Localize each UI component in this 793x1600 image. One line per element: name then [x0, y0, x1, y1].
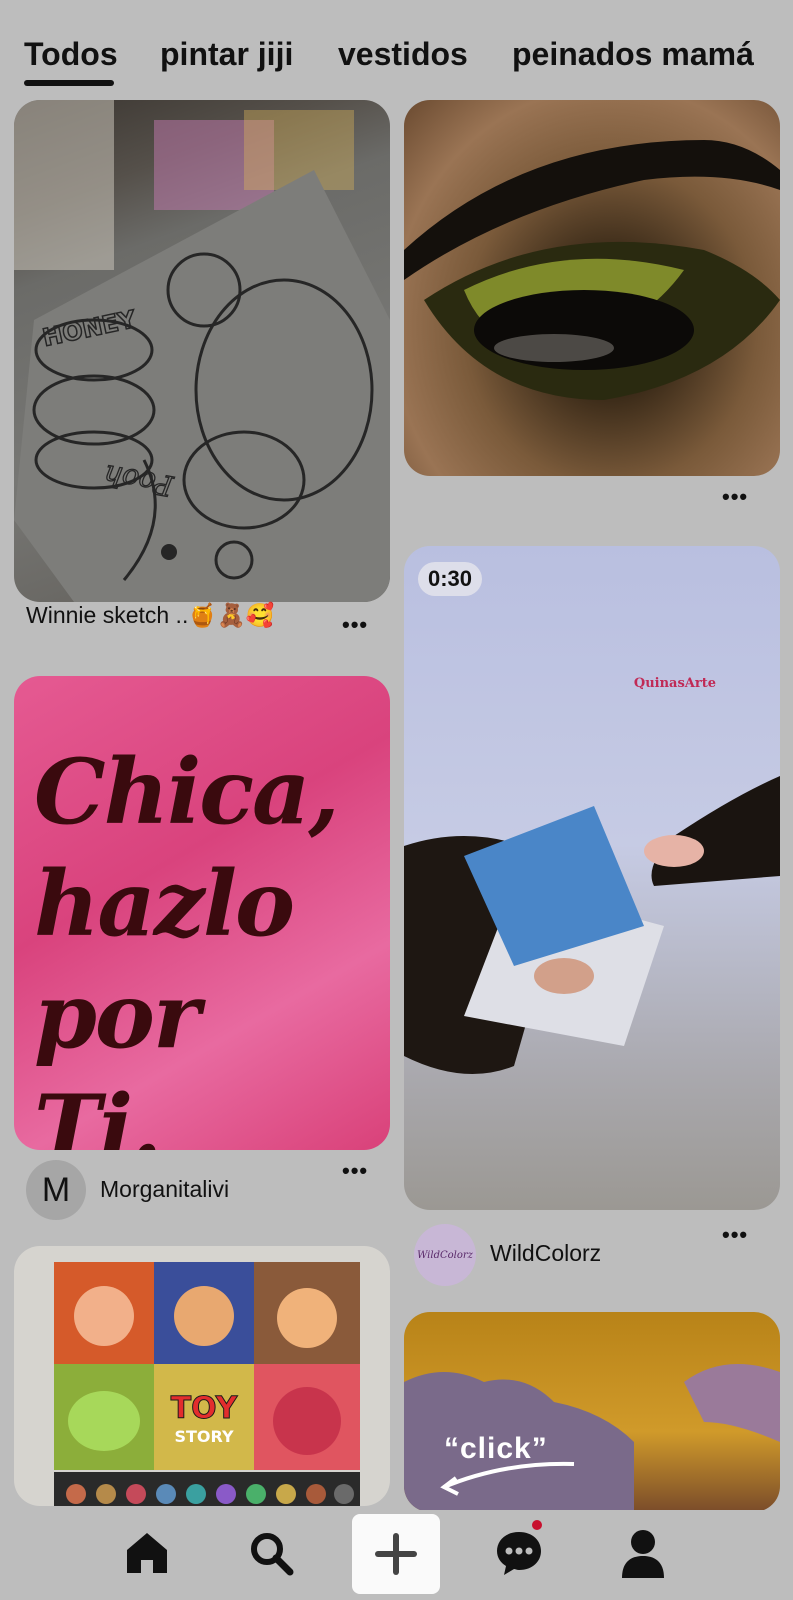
toy-story-logo-line2: STORY	[174, 1427, 233, 1446]
pin-toy-story-palette[interactable]: TOY STORY	[14, 1246, 390, 1506]
bottom-navigation	[0, 1510, 793, 1600]
pin-author-name[interactable]: Morganitalivi	[100, 1176, 229, 1203]
search-icon	[251, 1533, 294, 1576]
tab-todos[interactable]: Todos	[24, 36, 118, 73]
tab-peinados-mama[interactable]: peinados mamá	[512, 36, 754, 73]
pin-eye-makeup[interactable]	[404, 100, 780, 476]
pin-sunset-click[interactable]: “click”	[404, 1312, 780, 1512]
nav-search[interactable]	[236, 1510, 306, 1596]
avatar[interactable]: M	[26, 1160, 86, 1220]
avatar-logo-text: WildColorz	[417, 1249, 473, 1261]
watermark: QuinasArte	[633, 676, 716, 691]
video-duration: 0:30	[418, 562, 483, 596]
quote-text: Chica, hazlo por Ti.	[34, 739, 340, 1150]
plus-icon	[375, 1533, 417, 1575]
avatar[interactable]: WildColorz	[414, 1224, 476, 1286]
pin-chica-quote[interactable]: Chica, hazlo por Ti.	[14, 676, 390, 1150]
sunset-image	[404, 1364, 780, 1512]
pin-video-paper[interactable]: 0:30 QuinasArte	[404, 546, 780, 1210]
more-options-icon[interactable]: •••	[342, 614, 368, 636]
home-icon	[127, 1533, 167, 1573]
board-tabs: Todos pintar jiji vestidos peinados mamá	[0, 0, 793, 92]
nav-home[interactable]	[112, 1510, 182, 1596]
active-tab-indicator	[24, 80, 114, 86]
pin-author-name[interactable]: WildColorz	[490, 1240, 601, 1267]
pin-caption: Winnie sketch ..🍯🧸🥰	[26, 602, 275, 628]
video-image	[404, 776, 780, 1074]
chat-icon	[497, 1532, 541, 1575]
toy-story-logo-line1: TOY	[171, 1391, 239, 1426]
sketch-image: HONEY Pooh	[14, 100, 390, 602]
nav-create[interactable]	[352, 1514, 440, 1594]
profile-icon	[622, 1530, 664, 1578]
nav-messages[interactable]	[484, 1510, 554, 1596]
notification-dot	[530, 1518, 544, 1532]
more-options-icon[interactable]: •••	[722, 486, 748, 508]
palette-image: TOY STORY	[54, 1262, 360, 1506]
nav-profile[interactable]	[608, 1510, 678, 1596]
more-options-icon[interactable]: •••	[722, 1224, 748, 1246]
overlay-click-text: “click”	[444, 1432, 548, 1465]
tab-pintar-jiji[interactable]: pintar jiji	[160, 36, 293, 73]
more-options-icon[interactable]: •••	[342, 1160, 368, 1182]
pin-winnie-sketch[interactable]: HONEY Pooh	[14, 100, 390, 602]
avatar-initial: M	[41, 1170, 71, 1209]
eye-image	[404, 140, 780, 400]
tab-vestidos[interactable]: vestidos	[338, 36, 468, 73]
